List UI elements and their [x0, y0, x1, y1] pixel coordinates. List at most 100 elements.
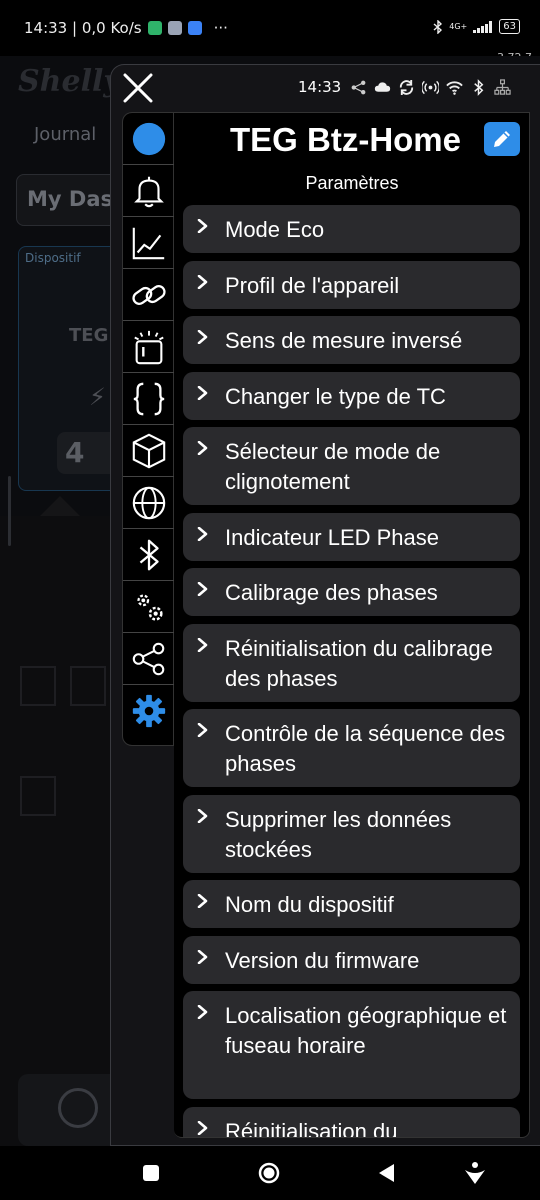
app-notification-icon [167, 21, 182, 35]
status-time-speed: 14:33 | 0,0 Ko/s [24, 19, 142, 37]
rail-item-links[interactable] [123, 269, 175, 321]
chevron-right-icon [197, 441, 208, 455]
edge-handle [8, 476, 11, 546]
settings-content: TEG Btz-Home Paramètres Mode Eco Profil d… [174, 112, 530, 1138]
advanced-settings-icon [137, 593, 163, 621]
home-button[interactable] [256, 1160, 282, 1186]
vpn-icon [147, 21, 162, 35]
house-window [20, 666, 56, 706]
settings-gear-icon [132, 694, 166, 728]
share-small-icon [351, 80, 366, 94]
bluetooth-small-icon [474, 78, 484, 96]
journal-tab: Journal [34, 124, 97, 145]
settings-menu-item-label: Supprimer les données stockées [225, 806, 452, 862]
chevron-right-icon [197, 274, 208, 289]
device-name-title: TEG Btz-Home [230, 121, 461, 158]
settings-menu-item-label: Nom du dispositif [225, 892, 394, 917]
cloud-icon [375, 81, 391, 92]
signal-icon [473, 20, 493, 33]
settings-menu-item-label: Changer le type de TC [225, 383, 446, 409]
chevron-right-icon [197, 385, 208, 400]
device-time: 14:33 [298, 78, 342, 96]
navigation-bar [0, 1146, 540, 1200]
settings-menu-item[interactable]: Sens de mesure inversé [183, 316, 520, 364]
cube-icon [132, 433, 166, 468]
settings-menu-item[interactable]: Changer le type de TC [183, 371, 520, 420]
settings-menu-item[interactable]: Réinitialisation du calibrage des phases [183, 623, 520, 702]
accessibility-button[interactable] [462, 1160, 488, 1186]
chevron-right-icon [197, 219, 208, 233]
battery-level: 63 [499, 19, 520, 34]
settings-menu-item[interactable]: Nom du dispositif [183, 880, 520, 928]
settings-menu-item-label: Version du firmware [225, 947, 420, 973]
chevron-right-icon [197, 1005, 208, 1019]
rail-item-statistics[interactable] [123, 217, 175, 269]
settings-menu-item-label: Indicateur LED Phase [225, 524, 440, 550]
edit-pencil-icon [494, 131, 510, 147]
more-notifications-icon: ··· [213, 19, 228, 37]
chevron-right-icon [197, 582, 208, 596]
back-button[interactable] [374, 1160, 400, 1186]
device-card-label: Dispositif [25, 251, 81, 265]
rail-item-led[interactable] [123, 321, 175, 373]
settings-menu-item[interactable]: Réinitialisation du [183, 1106, 520, 1138]
rail-item-settings[interactable] [123, 685, 175, 737]
device-status-icon [132, 122, 166, 155]
settings-menu-item[interactable]: Supprimer les données stockées [183, 794, 520, 873]
globe-icon [132, 486, 166, 519]
settings-menu-item-label: Réinitialisation du [225, 1118, 398, 1138]
settings-icon-rail [122, 112, 175, 746]
link-icon [132, 284, 166, 305]
rail-item-notifications[interactable] [123, 165, 175, 217]
settings-menu-item-label: Calibrage des phases [225, 580, 438, 605]
rail-item-advanced[interactable] [123, 581, 175, 633]
bluetooth-status-icon [433, 19, 443, 34]
rail-item-scripts[interactable] [123, 373, 175, 425]
edit-name-button[interactable] [484, 122, 520, 156]
settings-menu-item[interactable]: Sélecteur de mode de clignotement [183, 427, 520, 505]
rail-item-network[interactable] [123, 477, 175, 529]
settings-menu-item[interactable]: Mode Eco [183, 205, 520, 253]
chevron-right-icon [197, 808, 208, 823]
home-app-icon [187, 21, 202, 35]
chevron-right-icon [197, 894, 208, 908]
rail-item-share[interactable] [123, 633, 175, 685]
settings-menu-item[interactable]: Version du firmware [183, 935, 520, 984]
sync-icon [400, 79, 414, 95]
recent-apps-button[interactable] [138, 1160, 164, 1186]
settings-menu-item-label: Profil de l'appareil [225, 272, 400, 298]
chevron-right-icon [197, 526, 208, 541]
settings-menu-item[interactable]: Contrôle de la séquence des phases [183, 709, 520, 787]
bluetooth-icon [139, 539, 159, 570]
close-icon[interactable] [120, 70, 156, 106]
wifi-icon [446, 80, 463, 95]
section-title: Paramètres [305, 173, 399, 193]
rail-item-components[interactable] [123, 425, 175, 477]
led-indicator-icon [134, 330, 164, 364]
chevron-right-icon [197, 637, 208, 652]
chevron-right-icon [197, 949, 208, 964]
rail-item-status[interactable] [123, 113, 175, 165]
settings-menu-item[interactable]: Profil de l'appareil [183, 260, 520, 309]
settings-menu-item-label: Localisation géographique et fuseau hora… [225, 1003, 507, 1058]
settings-menu-item-label: Réinitialisation du calibrage des phases [225, 635, 493, 691]
settings-menu-item-label: Sens de mesure inversé [225, 328, 463, 353]
gauge-icon [58, 1088, 98, 1128]
settings-menu-item[interactable]: Localisation géographique et fuseau hora… [183, 991, 520, 1099]
settings-menu-item-label: Mode Eco [225, 217, 325, 242]
device-status-strip: 14:33 [298, 78, 511, 96]
rail-item-bluetooth[interactable] [123, 529, 175, 581]
ethernet-icon [494, 78, 511, 95]
settings-menu-item[interactable]: Calibrage des phases [183, 568, 520, 616]
chevron-right-icon [197, 1120, 208, 1135]
network-type: 4G+ [449, 22, 468, 31]
dashboard-name: My Das [27, 187, 113, 211]
chart-icon [132, 227, 165, 259]
notification-bell-icon [134, 176, 164, 207]
house-window [20, 776, 56, 816]
settings-menu-item-label: Sélecteur de mode de clignotement [225, 439, 441, 494]
broadcast-icon [422, 80, 440, 94]
shelly-logo: Shelly [18, 64, 121, 99]
status-bar: 14:33 | 0,0 Ko/s ··· 4G+ 63 3.72.7 [0, 0, 540, 64]
settings-menu-item[interactable]: Indicateur LED Phase [183, 512, 520, 561]
